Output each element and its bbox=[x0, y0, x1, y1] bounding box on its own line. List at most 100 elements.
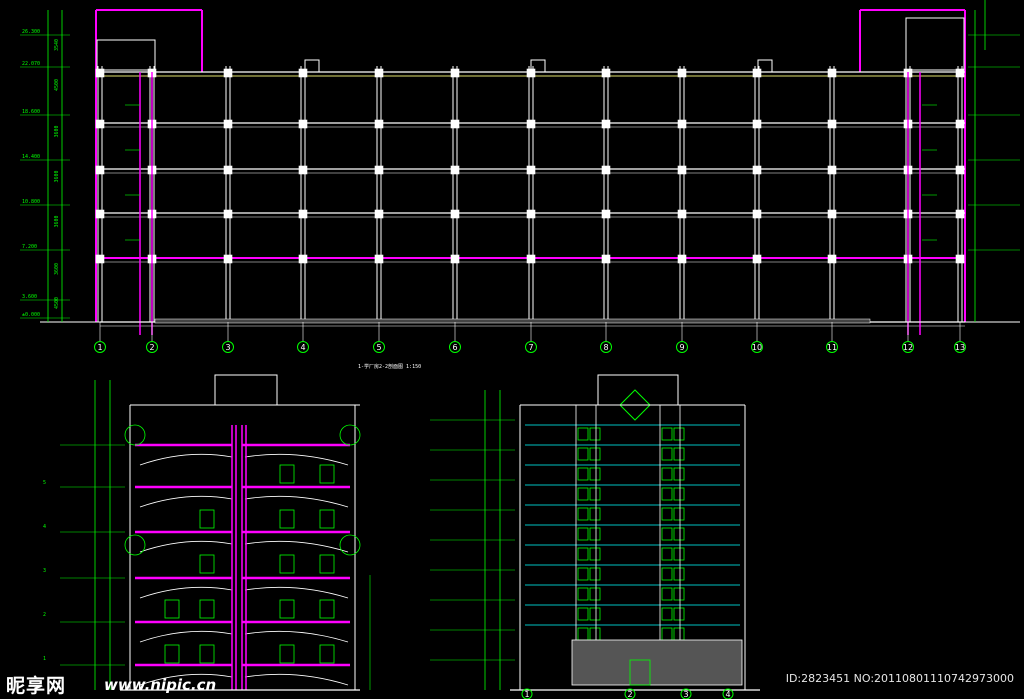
window-opening bbox=[589, 547, 601, 561]
axis-label: 4 bbox=[725, 690, 730, 699]
column-joint bbox=[601, 119, 611, 129]
axis-label: 11 bbox=[827, 343, 837, 352]
door-opening bbox=[319, 644, 335, 664]
level-index: 1 bbox=[43, 656, 46, 662]
level-label: 7.200 bbox=[22, 244, 37, 250]
section-title: 1-学厂房2-2剖面图 1:150 bbox=[358, 363, 421, 370]
axis-label: 1 bbox=[524, 690, 529, 699]
level-index: 5 bbox=[43, 480, 46, 486]
window-opening bbox=[673, 547, 685, 561]
window-opening bbox=[589, 627, 601, 641]
column-joint bbox=[374, 254, 384, 264]
door-opening bbox=[319, 554, 335, 574]
column-joint bbox=[298, 165, 308, 175]
door-opening bbox=[164, 599, 180, 619]
vault-curve bbox=[244, 453, 349, 466]
door-opening bbox=[279, 599, 295, 619]
watermark-site: www.nipic.cn bbox=[104, 676, 217, 694]
level-label: ±0.000 bbox=[22, 312, 40, 318]
dimension-label: 4500 bbox=[54, 297, 60, 309]
window-opening bbox=[589, 467, 601, 481]
column-joint bbox=[827, 165, 837, 175]
column-joint bbox=[677, 254, 687, 264]
door-opening bbox=[279, 554, 295, 574]
window-opening bbox=[673, 447, 685, 461]
axis-label: 4 bbox=[300, 343, 305, 352]
window-opening bbox=[589, 607, 601, 621]
window-opening bbox=[661, 547, 673, 561]
window-opening bbox=[577, 467, 589, 481]
level-label: 14.400 bbox=[22, 154, 40, 160]
column-joint bbox=[95, 119, 105, 129]
axis-label: 7 bbox=[528, 343, 533, 352]
column-joint bbox=[298, 119, 308, 129]
column-joint bbox=[298, 68, 308, 78]
column-joint bbox=[752, 68, 762, 78]
dimension-label: 3600 bbox=[54, 215, 60, 227]
column-joint bbox=[298, 209, 308, 219]
dimension-label: 3600 bbox=[54, 263, 60, 275]
window-opening bbox=[661, 467, 673, 481]
window-opening bbox=[589, 487, 601, 501]
column-joint bbox=[526, 254, 536, 264]
window-opening bbox=[661, 527, 673, 541]
door-opening bbox=[199, 599, 215, 619]
watermark-logo: 昵享网 bbox=[6, 675, 67, 697]
detail-callout bbox=[339, 534, 361, 556]
window-opening bbox=[661, 567, 673, 581]
dimension-label: 4500 bbox=[54, 79, 60, 91]
column-joint bbox=[601, 68, 611, 78]
axis-label: 6 bbox=[452, 343, 457, 352]
window-opening bbox=[661, 447, 673, 461]
column-joint bbox=[827, 254, 837, 264]
axis-label: 1 bbox=[97, 343, 102, 352]
column-joint bbox=[374, 68, 384, 78]
window-opening bbox=[589, 427, 601, 441]
column-joint bbox=[827, 119, 837, 129]
vault-curve bbox=[244, 673, 349, 686]
stair-tower-right bbox=[905, 17, 965, 71]
window-opening bbox=[577, 547, 589, 561]
window-opening bbox=[589, 567, 601, 581]
vault-curve bbox=[139, 495, 233, 508]
column-joint bbox=[223, 209, 233, 219]
column-joint bbox=[95, 68, 105, 78]
door-opening bbox=[164, 644, 180, 664]
window-opening bbox=[577, 567, 589, 581]
door-opening bbox=[199, 644, 215, 664]
column-joint bbox=[526, 209, 536, 219]
window-opening bbox=[577, 587, 589, 601]
column-joint bbox=[374, 119, 384, 129]
window-opening bbox=[589, 527, 601, 541]
door-opening bbox=[199, 509, 215, 529]
window-opening bbox=[577, 427, 589, 441]
window-opening bbox=[673, 567, 685, 581]
detail-callout bbox=[124, 424, 146, 446]
main-elevation: 26.300 22.070 18.600 14.400 10.800 7.200 3.600… bbox=[20, 0, 1020, 353]
window-opening bbox=[577, 507, 589, 521]
window-opening bbox=[589, 587, 601, 601]
window-opening bbox=[661, 507, 673, 521]
window-opening bbox=[661, 487, 673, 501]
column-joint bbox=[374, 209, 384, 219]
door-opening bbox=[319, 464, 335, 484]
axis-label: 5 bbox=[376, 343, 381, 352]
vault-curve bbox=[139, 540, 233, 553]
level-label: 22.070 bbox=[22, 61, 40, 67]
cad-drawing: 26.300 22.070 18.600 14.400 10.800 7.200 3.600… bbox=[20, 0, 1020, 699]
column-joint bbox=[223, 254, 233, 264]
level-index: 4 bbox=[43, 524, 46, 530]
column-joint bbox=[677, 165, 687, 175]
column-joint bbox=[95, 209, 105, 219]
door-opening bbox=[279, 464, 295, 484]
column-joint bbox=[450, 119, 460, 129]
window-opening bbox=[673, 527, 685, 541]
window-opening bbox=[673, 627, 685, 641]
dimension-label: 3600 bbox=[54, 125, 60, 137]
column-joint bbox=[450, 209, 460, 219]
ground-floor-hatch bbox=[571, 639, 743, 686]
vault-curve bbox=[139, 453, 233, 466]
detail-callout bbox=[339, 424, 361, 446]
level-index: 2 bbox=[43, 612, 46, 618]
column-joint bbox=[752, 209, 762, 219]
